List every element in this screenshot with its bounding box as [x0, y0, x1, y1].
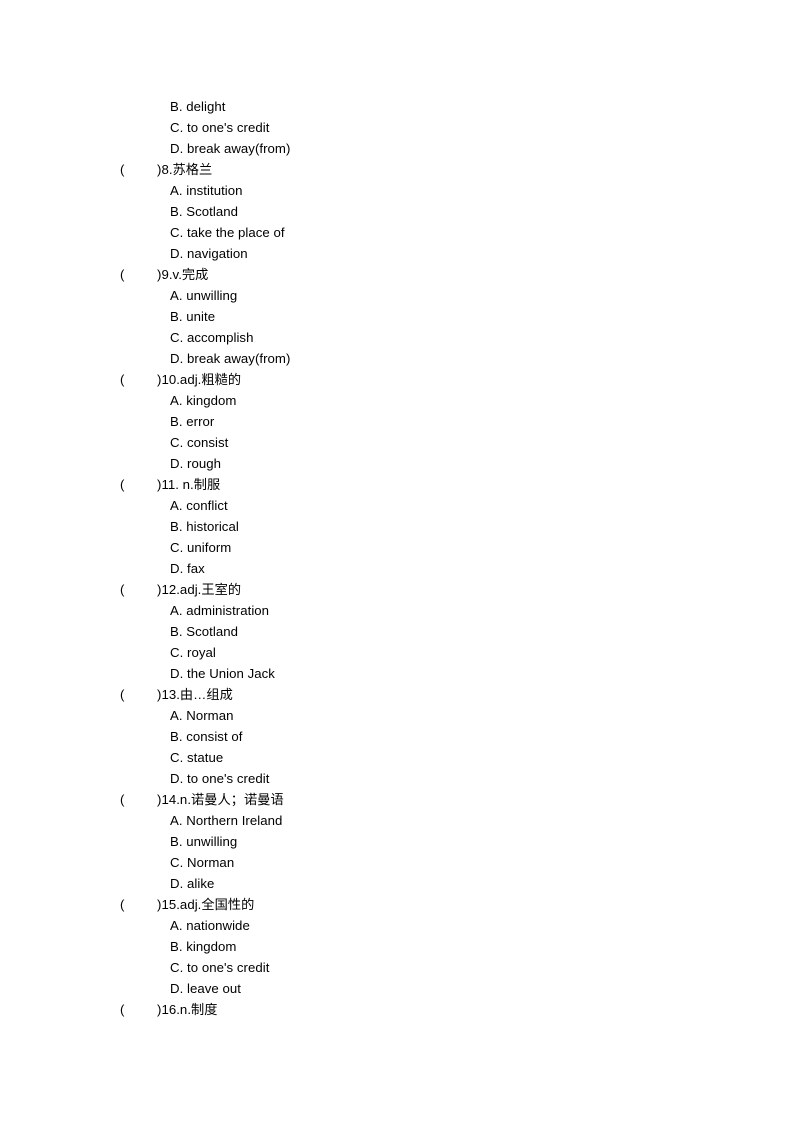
question-stem-line: ()13.由…组成: [120, 684, 720, 705]
document-page: B. delight C. to one's credit D. break awa…: [0, 0, 794, 1123]
option-line: B. error: [170, 414, 215, 429]
option-line: D. fax: [170, 561, 205, 576]
option-line: C. royal: [170, 645, 216, 660]
question-stem-text: 11. n.制服: [161, 477, 221, 492]
option-line: D. to one's credit: [170, 771, 270, 786]
answer-blank-open-paren[interactable]: (: [120, 474, 157, 495]
option-line: B. delight: [170, 99, 226, 114]
option-line: B. unwilling: [170, 834, 238, 849]
option-line: D. break away(from): [170, 141, 291, 156]
answer-blank-open-paren[interactable]: (: [120, 579, 157, 600]
option-line: B. Scotland: [170, 624, 238, 639]
option-line: D. rough: [170, 456, 221, 471]
option-line: C. accomplish: [170, 330, 254, 345]
option-line: D. leave out: [170, 981, 241, 996]
option-line: A. unwilling: [170, 288, 238, 303]
answer-blank-open-paren[interactable]: (: [120, 999, 157, 1020]
option-line: A. Norman: [170, 708, 234, 723]
question-stem-text: 15.adj.全国性的: [161, 897, 255, 912]
option-line: D. break away(from): [170, 351, 291, 366]
question-stem-text: 8.苏格兰: [161, 162, 213, 177]
option-line: D. navigation: [170, 246, 248, 261]
question-stem-text: 10.adj.粗糙的: [161, 372, 242, 387]
option-line: D. alike: [170, 876, 215, 891]
question-list: ()8.苏格兰 A. institution B. Scotland C. take …: [120, 159, 720, 1020]
option-line: A. nationwide: [170, 918, 250, 933]
question-stem-line: ()11. n.制服: [120, 474, 720, 495]
question-stem-line: ()9.v.完成: [120, 264, 720, 285]
question-stem-line: ()10.adj.粗糙的: [120, 369, 720, 390]
question-stem-text: 12.adj.王室的: [161, 582, 242, 597]
question-stem-line: ()12.adj.王室的: [120, 579, 720, 600]
option-line: C. take the place of: [170, 225, 285, 240]
answer-blank-open-paren[interactable]: (: [120, 894, 157, 915]
option-line: A. administration: [170, 603, 270, 618]
worksheet-content: B. delight C. to one's credit D. break awa…: [120, 96, 720, 1020]
question-stem-line: ()14.n.诺曼人；诺曼语: [120, 789, 720, 810]
question-stem-line: ()15.adj.全国性的: [120, 894, 720, 915]
option-line: C. consist: [170, 435, 229, 450]
option-line: B. Scotland: [170, 204, 238, 219]
answer-blank-open-paren[interactable]: (: [120, 159, 157, 180]
answer-blank-open-paren[interactable]: (: [120, 264, 157, 285]
question-stem-text: 13.由…组成: [161, 687, 233, 702]
option-line: C. to one's credit: [170, 120, 270, 135]
option-line: A. Northern Ireland: [170, 813, 283, 828]
answer-blank-open-paren[interactable]: (: [120, 684, 157, 705]
option-line: C. Norman: [170, 855, 235, 870]
option-line: A. kingdom: [170, 393, 237, 408]
option-line: C. statue: [170, 750, 224, 765]
question-stem-line: ()16.n.制度: [120, 999, 720, 1020]
option-line: D. the Union Jack: [170, 666, 275, 681]
option-line: A. conflict: [170, 498, 228, 513]
option-line: A. institution: [170, 183, 243, 198]
question-stem-text: 16.n.制度: [161, 1002, 218, 1017]
question-stem-text: 9.v.完成: [161, 267, 209, 282]
option-line: B. historical: [170, 519, 239, 534]
answer-blank-open-paren[interactable]: (: [120, 789, 157, 810]
option-line: C. to one's credit: [170, 960, 270, 975]
option-line: B. consist of: [170, 729, 243, 744]
option-line: C. uniform: [170, 540, 232, 555]
question-stem-line: ()8.苏格兰: [120, 159, 720, 180]
option-line: B. unite: [170, 309, 216, 324]
answer-blank-open-paren[interactable]: (: [120, 369, 157, 390]
option-line: B. kingdom: [170, 939, 237, 954]
continued-options-group: B. delight C. to one's credit D. break awa…: [120, 96, 720, 159]
question-stem-text: 14.n.诺曼人；诺曼语: [161, 792, 284, 807]
